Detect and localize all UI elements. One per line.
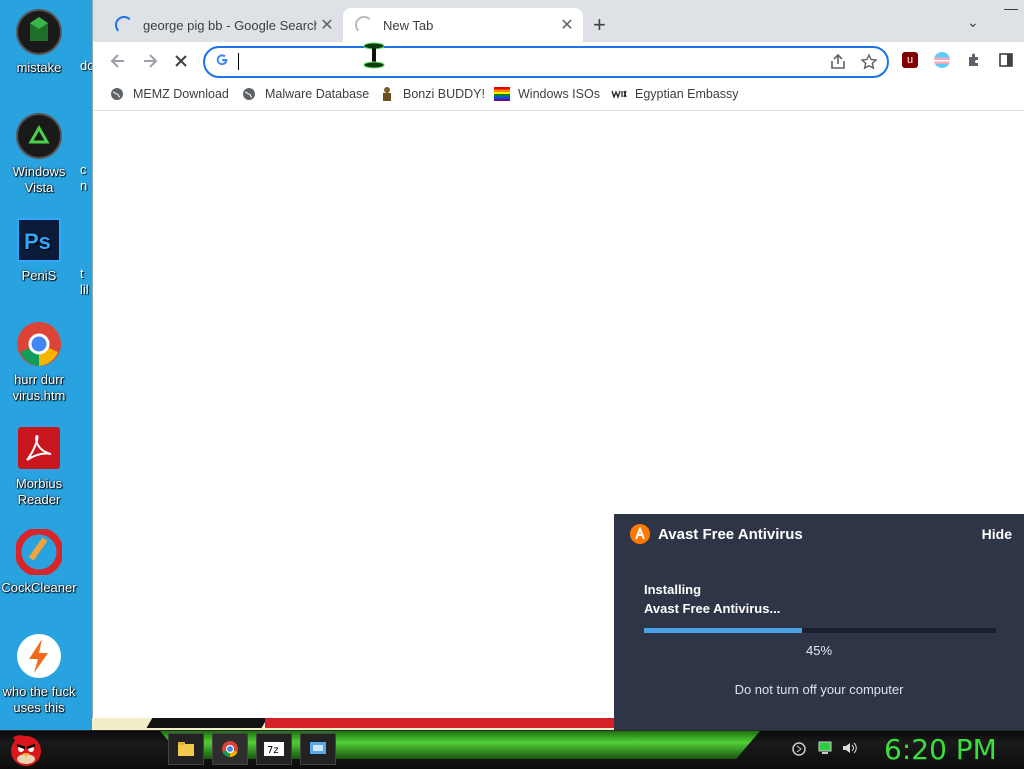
address-bar[interactable] xyxy=(203,46,889,78)
bookmark-label: Windows ISOs xyxy=(518,87,600,101)
taskbar-glow xyxy=(160,731,760,759)
install-progress-label: 45% xyxy=(805,643,833,658)
taskbar-chrome[interactable] xyxy=(212,733,248,765)
monitor-icon[interactable] xyxy=(818,741,832,755)
desktop-icon-cockcleaner[interactable]: CockCleaner xyxy=(0,528,78,596)
file-explorer-icon xyxy=(178,742,194,756)
stop-loading-icon[interactable] xyxy=(173,53,189,69)
taskbar-control-panel[interactable] xyxy=(300,733,336,765)
close-tab-icon[interactable]: ✕ xyxy=(317,15,337,35)
chrome-icon xyxy=(222,741,238,758)
7zip-icon: 7z xyxy=(264,742,284,756)
photoshop-icon: Ps xyxy=(15,216,63,264)
ccleaner-icon xyxy=(15,528,63,576)
forward-arrow-icon[interactable] xyxy=(141,52,159,70)
install-status-line2: Avast Free Antivirus... xyxy=(644,601,781,616)
avast-header: Avast Free Antivirus xyxy=(630,524,803,544)
desktop-icon-label: who the fuck xyxy=(2,684,76,699)
desktop-icon-label: Reader xyxy=(17,492,61,507)
taskbar-7zip[interactable]: 7z xyxy=(256,733,292,765)
control-panel-icon xyxy=(310,742,326,754)
hide-button[interactable]: Hide xyxy=(982,526,1012,542)
tab-new-tab[interactable]: New Tab ✕ xyxy=(343,8,583,42)
trans-flag-icon[interactable] xyxy=(934,52,950,68)
bookmark-label: Bonzi BUDDY! xyxy=(403,87,485,101)
loading-spinner-icon xyxy=(355,16,373,34)
minimize-button[interactable]: — xyxy=(997,0,1024,20)
pdf-reader-icon xyxy=(15,424,63,472)
lightning-icon xyxy=(15,632,63,680)
bookmark-bonzi-buddy[interactable]: Bonzi BUDDY! xyxy=(379,86,485,102)
desktop-icon-mistake[interactable]: mistake xyxy=(0,8,78,76)
toolbar: u xyxy=(93,42,1024,80)
recycle-bin-icon xyxy=(15,112,63,160)
avast-logo-icon xyxy=(630,524,650,544)
desktop-icon-penis[interactable]: Ps PeniS xyxy=(0,216,78,284)
desktop-icon-label: PeniS xyxy=(21,268,57,283)
install-progress-bar xyxy=(644,628,996,633)
globe-icon xyxy=(241,86,257,102)
share-icon[interactable] xyxy=(829,53,847,71)
desktop-icon-label: virus.htm xyxy=(12,388,66,403)
taskbar-clock[interactable]: 6:20 PM xyxy=(884,733,997,766)
desktop-icon-windows[interactable]: Windows Vista xyxy=(0,112,78,196)
volume-icon[interactable] xyxy=(842,741,858,755)
back-arrow-icon[interactable] xyxy=(109,52,127,70)
bookmark-memz[interactable]: MEMZ Download xyxy=(109,86,229,102)
loading-spinner-icon xyxy=(115,16,133,34)
svg-text:7z: 7z xyxy=(267,745,279,756)
wix-icon xyxy=(611,86,627,102)
bookmark-egyptian-embassy[interactable]: Egyptian Embassy xyxy=(611,86,739,102)
tab-strip: george pig bb - Google Search ✕ New Tab … xyxy=(93,0,1024,42)
desktop-icon-morbius[interactable]: Morbius Reader xyxy=(0,424,78,508)
globe-icon xyxy=(109,86,125,102)
desktop-icon-label: mistake xyxy=(16,60,62,75)
network-icon[interactable] xyxy=(792,741,806,757)
bookmark-label: Malware Database xyxy=(265,87,370,101)
app-icon-green-cube xyxy=(15,8,63,56)
desktop-icon-label: Vista xyxy=(24,180,54,195)
close-tab-icon[interactable]: ✕ xyxy=(557,15,577,35)
taskbar: 7z 6:20 PM xyxy=(0,730,1024,769)
tab-google-search[interactable]: george pig bb - Google Search ✕ xyxy=(103,8,343,42)
omnibox-input[interactable] xyxy=(235,51,799,73)
tab-title: george pig bb - Google Search xyxy=(143,17,317,33)
bonzi-icon xyxy=(379,86,395,102)
new-tab-button[interactable]: + xyxy=(593,14,606,36)
install-warning: Do not turn off your computer xyxy=(734,682,904,697)
svg-text:Ps: Ps xyxy=(24,229,51,254)
rainbow-flag-icon xyxy=(494,86,510,102)
desktop-icon-label: uses this xyxy=(13,700,65,715)
desktop-icon-label: CockCleaner xyxy=(1,580,77,595)
desktop-icon-label: Morbius xyxy=(15,476,63,491)
desktop-icon-hurr-durr[interactable]: hurr durr virus.htm xyxy=(0,320,78,404)
bookmark-label: Egyptian Embassy xyxy=(635,87,739,101)
chrome-icon xyxy=(15,320,63,368)
google-icon xyxy=(216,54,228,66)
install-status-line1: Installing xyxy=(644,582,702,597)
taskbar-file-explorer[interactable] xyxy=(168,733,204,765)
desktop-icon-label: Windows xyxy=(12,164,66,179)
desktop-icon-label: hurr durr xyxy=(14,372,64,387)
ublock-origin-icon[interactable]: u xyxy=(902,52,918,68)
bookmark-malware-database[interactable]: Malware Database xyxy=(241,86,369,102)
text-cursor-icon xyxy=(363,42,385,69)
install-progress-fill xyxy=(644,628,803,633)
tab-title: New Tab xyxy=(383,17,434,33)
text-caret xyxy=(238,53,239,70)
angry-bird-start-icon[interactable] xyxy=(6,729,46,769)
avast-title: Avast Free Antivirus xyxy=(658,525,803,543)
bookmark-windows-isos[interactable]: Windows ISOs xyxy=(494,86,600,102)
avast-install-popup: Avast Free Antivirus Hide Installing Ava… xyxy=(614,514,1024,730)
desktop-icon-who-the-fuck[interactable]: who the fuck uses this xyxy=(0,632,78,716)
side-panel-icon[interactable] xyxy=(998,52,1014,68)
bookmarks-bar: MEMZ Download Malware Database Bonzi BUD… xyxy=(93,80,1024,111)
bookmark-star-icon[interactable] xyxy=(860,53,878,71)
tab-search-button[interactable]: ⌄ xyxy=(967,14,979,31)
bookmark-label: MEMZ Download xyxy=(133,87,229,101)
puzzle-extensions-icon[interactable] xyxy=(966,52,982,68)
